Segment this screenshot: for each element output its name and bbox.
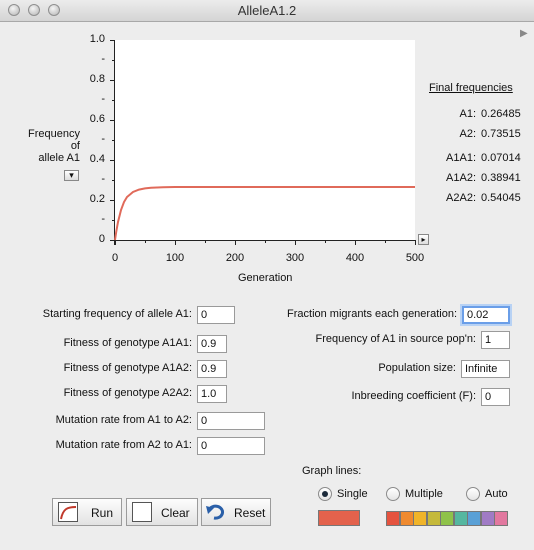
y-minor-tick-label: - xyxy=(101,93,105,105)
multiple-radio[interactable] xyxy=(386,487,400,501)
y-tick-label: 0.6 xyxy=(89,113,105,125)
y-tick-label: 0 xyxy=(98,233,105,245)
fraction-migrants-field[interactable]: 0.02 xyxy=(462,306,510,324)
mutation-a2-a1-label: Mutation rate from A2 to A1: xyxy=(55,439,192,451)
final-freq-label: A1: xyxy=(459,108,476,120)
starting-frequency-field[interactable]: 0 xyxy=(197,306,235,324)
graph-lines-heading: Graph lines: xyxy=(302,465,362,477)
fitness-a2a2-field[interactable]: 1.0 xyxy=(197,385,227,403)
blank-graph-icon xyxy=(132,502,152,522)
y-tick-label: 0.8 xyxy=(89,73,105,85)
final-freq-label: A1A1: xyxy=(446,152,476,164)
reset-button[interactable]: Reset xyxy=(201,498,271,526)
y-tick-label: 0.2 xyxy=(89,193,105,205)
inbreeding-coefficient-label: Inbreeding coefficient (F): xyxy=(351,390,476,402)
final-freq-value: 0.26485 xyxy=(481,108,521,120)
fitness-a1a1-label: Fitness of genotype A1A1: xyxy=(63,337,192,349)
fitness-a1a1-field[interactable]: 0.9 xyxy=(197,335,227,353)
clear-button[interactable]: Clear xyxy=(126,498,198,526)
multi-color-swatch[interactable] xyxy=(426,511,441,526)
single-color-swatch[interactable] xyxy=(318,510,360,526)
y-tick-label: 0.4 xyxy=(89,153,105,165)
x-tick-label: 100 xyxy=(165,252,185,264)
source-frequency-label: Frequency of A1 in source pop'n: xyxy=(315,333,476,345)
y-minor-tick-label: - xyxy=(101,213,105,225)
mutation-a1-a2-field[interactable]: 0 xyxy=(197,412,265,430)
y-minor-tick-label: - xyxy=(101,173,105,185)
multi-color-swatch[interactable] xyxy=(467,511,481,526)
population-size-field[interactable]: Infinite xyxy=(461,360,510,378)
fraction-migrants-label: Fraction migrants each generation: xyxy=(287,308,457,320)
clear-label: Clear xyxy=(161,506,190,520)
multi-color-swatch[interactable] xyxy=(399,511,414,526)
auto-radio[interactable] xyxy=(466,487,480,501)
source-frequency-field[interactable]: 1 xyxy=(481,331,510,349)
fitness-a1a2-label: Fitness of genotype A1A2: xyxy=(63,362,192,374)
final-freq-value: 0.54045 xyxy=(481,192,521,204)
multi-color-swatch[interactable] xyxy=(494,511,508,526)
series-line xyxy=(114,186,415,241)
starting-frequency-label: Starting frequency of allele A1: xyxy=(42,308,192,320)
run-label: Run xyxy=(91,506,114,520)
run-icon xyxy=(58,502,78,522)
chevron-right-icon: ▸ xyxy=(421,235,426,244)
chart-scroll-button[interactable]: ▸ xyxy=(418,234,429,245)
fitness-a1a2-field[interactable]: 0.9 xyxy=(197,360,227,378)
multi-color-swatch[interactable] xyxy=(440,511,454,526)
final-freq-label: A2A2: xyxy=(446,192,476,204)
mutation-a2-a1-field[interactable]: 0 xyxy=(197,437,265,455)
x-axis-label: Generation xyxy=(238,272,293,284)
inbreeding-coefficient-field[interactable]: 0 xyxy=(481,388,510,406)
y-minor-tick-label: - xyxy=(101,53,105,65)
x-tick-label: 400 xyxy=(345,252,365,264)
x-tick-label: 500 xyxy=(405,252,425,264)
fitness-a2a2-label: Fitness of genotype A2A2: xyxy=(63,387,192,399)
auto-label: Auto xyxy=(485,488,508,500)
x-tick-label: 0 xyxy=(111,252,119,264)
x-tick-label: 200 xyxy=(225,252,245,264)
multi-color-swatch[interactable] xyxy=(480,511,495,526)
final-freq-value: 0.38941 xyxy=(481,172,521,184)
mutation-a1-a2-label: Mutation rate from A1 to A2: xyxy=(55,414,192,426)
multi-color-swatch[interactable] xyxy=(386,511,400,526)
multiple-label: Multiple xyxy=(405,488,443,500)
population-size-label: Population size: xyxy=(378,362,456,374)
final-freq-label: A1A2: xyxy=(446,172,476,184)
final-frequencies-heading: Final frequencies xyxy=(429,82,513,94)
undo-arrow-icon xyxy=(205,502,227,522)
multi-color-swatch[interactable] xyxy=(413,511,427,526)
single-radio[interactable] xyxy=(318,487,332,501)
single-label: Single xyxy=(337,488,368,500)
multi-color-swatch[interactable] xyxy=(453,511,468,526)
y-minor-tick-label: - xyxy=(101,133,105,145)
final-freq-label: A2: xyxy=(459,128,476,140)
final-freq-value: 0.73515 xyxy=(481,128,521,140)
x-tick-label: 300 xyxy=(285,252,305,264)
run-button[interactable]: Run xyxy=(52,498,122,526)
reset-label: Reset xyxy=(234,506,266,520)
final-freq-value: 0.07014 xyxy=(481,152,521,164)
y-tick-label: 1.0 xyxy=(89,33,105,45)
